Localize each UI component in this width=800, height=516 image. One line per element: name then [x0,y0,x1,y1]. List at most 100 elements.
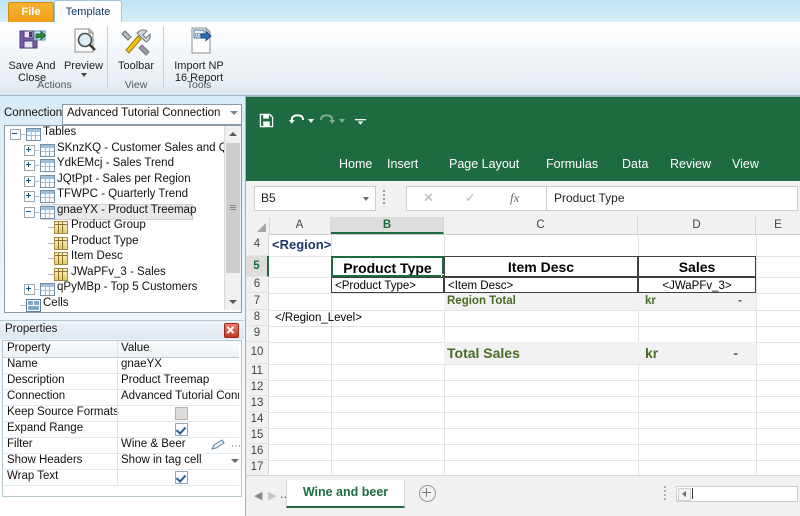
scroll-right-icon[interactable]: ▶ [268,489,276,502]
row-header-4[interactable]: 4 [246,234,269,256]
cell-A8[interactable]: </Region_Level> [272,310,442,326]
property-row[interactable]: Connection Advanced Tutorial Connecti [3,389,239,406]
cell-A4[interactable]: <Region> [269,234,429,256]
column-header-A[interactable]: A [269,217,331,234]
tree-node[interactable]: SKnzKQ - Customer Sales and Quantity [5,142,241,158]
excel-tab-formulas[interactable]: Formulas [546,155,598,173]
tree-node[interactable]: Item Desc [5,250,223,266]
tree-node[interactable]: gnaeYX - Product Treemap [5,203,223,220]
row-header-13[interactable]: 13 [246,396,269,412]
scroll-down-button[interactable] [225,294,241,310]
properties-grid[interactable]: Property Value Name gnaeYX Description Prod… [2,340,242,497]
preview-button[interactable]: Preview [61,25,106,77]
cell-B5[interactable]: Product Type [331,256,444,277]
row-header-16[interactable]: 16 [246,444,269,460]
row-header-10[interactable]: 10 [246,342,269,364]
horizontal-scrollbar[interactable] [676,486,798,502]
property-row[interactable]: Description Product Treemap [3,373,239,390]
sheet-tab-wine-and-beer[interactable]: Wine and beer [286,480,405,508]
scroll-left-button[interactable] [678,488,691,501]
undo-dropdown-arrow-icon[interactable] [308,119,314,123]
property-row[interactable]: Wrap Text [3,469,239,486]
tree-node[interactable]: JWaPFv_3 - Sales [5,266,223,282]
tab-file[interactable]: File [8,2,54,23]
cell-C7[interactable]: Region Total [444,293,638,310]
tree-node[interactable]: Ω Variables [26,311,36,312]
formula-bar[interactable]: Product Type [546,186,798,211]
property-row[interactable]: Expand Range [3,421,239,438]
row-header-8[interactable]: 8 [246,310,269,326]
excel-tab-insert[interactable]: Insert [387,155,418,173]
cell-D10b[interactable]: - [712,342,742,364]
cell-B6[interactable]: <Product Type> [331,277,444,293]
tree-node[interactable]: TFWPC - Quarterly Trend [5,188,223,204]
scroll-up-button[interactable] [225,126,241,142]
row-header-14[interactable]: 14 [246,412,269,428]
column-header-C[interactable]: C [444,217,638,234]
edit-pencil-icon[interactable] [211,439,227,451]
confirm-check-icon[interactable]: ✓ [465,190,476,206]
name-box[interactable]: B5 [254,186,376,211]
excel-tab-data[interactable]: Data [622,155,648,173]
column-header-E[interactable]: E [756,217,800,234]
chevron-down-icon[interactable] [363,197,369,201]
property-checkbox[interactable] [175,423,188,436]
column-header-D[interactable]: D [638,217,756,234]
cell-D7b[interactable]: - [716,293,746,310]
tab-template[interactable]: Template [54,0,122,23]
scroll-left-icon[interactable]: ◀ [254,489,262,502]
redo-dropdown-arrow-icon[interactable] [339,119,345,123]
row-header-5[interactable]: 5 [246,256,269,277]
column-header-B[interactable]: B [331,217,444,234]
preview-dropdown-arrow-icon[interactable] [80,73,87,77]
row-header-6[interactable]: 6 [246,277,269,293]
tree-node[interactable]: Product Type [5,235,223,251]
close-icon[interactable] [224,323,239,338]
excel-tab-review[interactable]: Review [670,155,711,173]
add-sheet-plus-icon[interactable] [419,485,436,502]
cell-D5[interactable]: Sales [638,256,756,277]
tree-node[interactable]: Product Group [5,219,223,235]
property-checkbox[interactable] [175,471,188,484]
excel-tab-view[interactable]: View [732,155,759,173]
tree-node[interactable]: qPyMBp - Top 5 Customers [5,281,223,297]
chevron-down-icon[interactable] [231,459,239,463]
row-header-9[interactable]: 9 [246,326,269,342]
import-np16-report-button[interactable]: αx Import NP 16 Report [168,25,230,84]
cell-C10[interactable]: Total Sales [444,342,638,364]
property-checkbox[interactable] [175,407,188,420]
scrollbar-thumb[interactable] [226,143,240,273]
redo-icon[interactable] [319,112,336,131]
row-header-17[interactable]: 17 [246,460,269,476]
tree-node[interactable]: Tables [5,126,223,142]
cell-C6[interactable]: <Item Desc> [444,277,638,293]
row-header-11[interactable]: 11 [246,364,269,380]
horizontal-scroll-grip[interactable] [664,486,666,500]
row-header-15[interactable]: 15 [246,428,269,444]
toolbar-button[interactable]: Toolbar [112,25,160,72]
cell-D7a[interactable]: kr [642,293,672,310]
object-tree[interactable]: Tables SKnzKQ - Customer Sales and Quanti… [4,125,242,313]
row-header-7[interactable]: 7 [246,293,269,310]
undo-icon[interactable] [288,112,305,131]
property-row[interactable]: Filter Wine & Beer ⋯ [3,437,242,454]
tree-node[interactable]: YdkEMcj - Sales Trend [5,157,223,173]
tree-node[interactable]: Cells [5,297,223,313]
property-row[interactable]: Keep Source Formats [3,405,239,422]
select-all-corner[interactable] [246,217,270,234]
cell-C5[interactable]: Item Desc [444,256,638,277]
save-icon[interactable] [259,113,274,131]
connection-combobox[interactable]: Advanced Tutorial Connection [62,104,242,125]
insert-function-fx-icon[interactable]: fx [510,190,519,206]
worksheet-grid[interactable]: ABCDE 4 5 6 7 8 9 10 11 12 13 14 15 16 17 <Region> Pro… [246,217,800,477]
tree-scrollbar[interactable] [224,126,241,310]
property-row[interactable]: Name gnaeYX [3,357,239,374]
excel-tab-page-layout[interactable]: Page Layout [449,155,519,173]
property-row[interactable]: Show Headers Show in tag cell [3,453,239,470]
row-header-12[interactable]: 12 [246,380,269,396]
cell-D6[interactable]: <JWaPFv_3> [638,277,756,293]
tree-node[interactable]: JQtPpt - Sales per Region [5,173,223,189]
more-options-ellipsis-button[interactable]: ⋯ [231,441,242,452]
save-and-close-button[interactable]: Save And Close [3,25,61,84]
excel-tab-home[interactable]: Home [339,155,372,173]
